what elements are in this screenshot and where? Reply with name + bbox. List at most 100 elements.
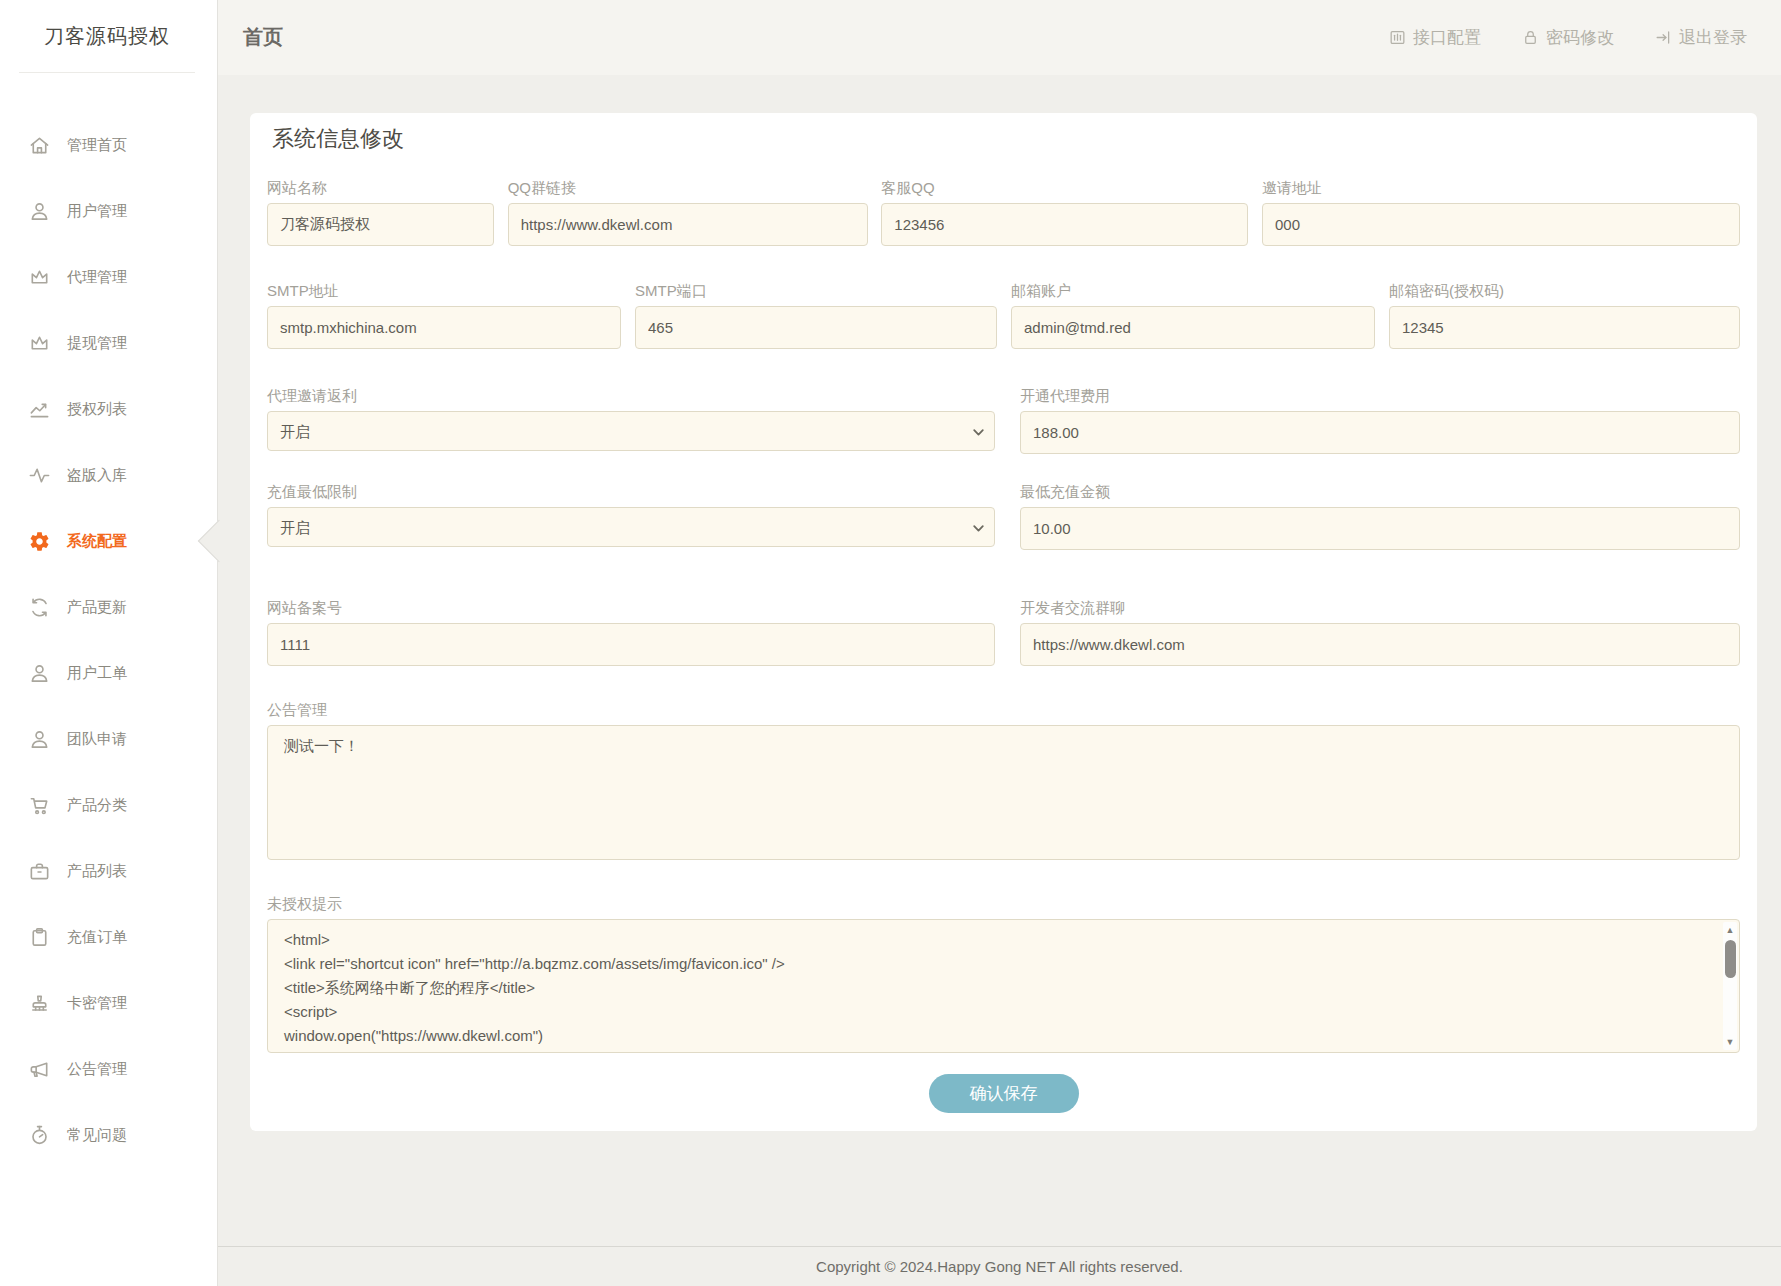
stamp-icon [28, 992, 51, 1015]
agent-open-fee-input[interactable] [1020, 411, 1740, 454]
sidebar-item-admin-home[interactable]: 管理首页 [0, 112, 217, 178]
logout-link[interactable]: 退出登录 [1654, 26, 1747, 49]
sidebar-item-user-ticket[interactable]: 用户工单 [0, 640, 217, 706]
sidebar-item-label: 常见问题 [67, 1126, 127, 1145]
form-title: 系统信息修改 [272, 127, 1740, 150]
user-icon [28, 662, 51, 685]
smtp-port-label: SMTP端口 [635, 283, 997, 298]
sidebar-item-product-category[interactable]: 产品分类 [0, 772, 217, 838]
user-icon [28, 200, 51, 223]
briefcase-icon [28, 860, 51, 883]
announcement-textarea[interactable]: 测试一下！ [267, 725, 1740, 860]
min-recharge-amount-input[interactable] [1020, 507, 1740, 550]
activity-icon [28, 464, 51, 487]
sidebar-item-label: 用户工单 [67, 664, 127, 683]
textarea-scrollbar[interactable]: ▲ ▼ [1723, 922, 1737, 1050]
app-logo: 刀客源码授权 [19, 0, 195, 72]
sidebar-item-authorization-list[interactable]: 授权列表 [0, 376, 217, 442]
system-info-card: 系统信息修改 网站名称 QQ群链接 客服QQ 邀请地址 SMTP地址 SMTP端… [250, 113, 1757, 1131]
logout-icon [1654, 28, 1673, 47]
sidebar-item-label: 授权列表 [67, 400, 127, 419]
developer-chat-group-input[interactable] [1020, 623, 1740, 666]
header-link-label: 密码修改 [1546, 26, 1614, 49]
sidebar-item-label: 产品列表 [67, 862, 127, 881]
sidebar-item-label: 团队申请 [67, 730, 127, 749]
invite-address-label: 邀请地址 [1262, 180, 1740, 195]
sidebar-item-product-list[interactable]: 产品列表 [0, 838, 217, 904]
sidebar-item-label: 用户管理 [67, 202, 127, 221]
agent-invite-rebate-select[interactable]: 开启 [267, 411, 995, 451]
site-icp-number-label: 网站备案号 [267, 600, 995, 615]
sidebar: 刀客源码授权 管理首页 用户管理 代理管理 提现管理 授权列表 盗版入库 系统配… [0, 0, 218, 1286]
agent-invite-rebate-label: 代理邀请返利 [267, 388, 995, 403]
qq-group-link-label: QQ群链接 [508, 180, 868, 195]
refresh-icon [28, 596, 51, 619]
header-link-label: 退出登录 [1679, 26, 1747, 49]
lock-icon [1521, 28, 1540, 47]
sidebar-item-label: 系统配置 [67, 532, 127, 551]
content-area: 系统信息修改 网站名称 QQ群链接 客服QQ 邀请地址 SMTP地址 SMTP端… [218, 75, 1781, 1246]
copyright-text: Copyright © 2024.Happy Gong NET All righ… [816, 1258, 1183, 1275]
sidebar-item-withdraw-management[interactable]: 提现管理 [0, 310, 217, 376]
clipboard-icon [28, 926, 51, 949]
sidebar-item-label: 提现管理 [67, 334, 127, 353]
sidebar-item-label: 管理首页 [67, 136, 127, 155]
sidebar-item-agent-management[interactable]: 代理管理 [0, 244, 217, 310]
megaphone-icon [28, 1058, 51, 1081]
email-account-input[interactable] [1011, 306, 1375, 349]
service-qq-input[interactable] [881, 203, 1248, 246]
site-icp-number-input[interactable] [267, 623, 995, 666]
page-title: 首页 [243, 24, 283, 51]
header-link-label: 接口配置 [1413, 26, 1481, 49]
recharge-min-limit-select[interactable]: 开启 [267, 507, 995, 547]
save-button[interactable]: 确认保存 [929, 1074, 1079, 1113]
page-footer: Copyright © 2024.Happy Gong NET All righ… [218, 1246, 1781, 1286]
sidebar-item-user-management[interactable]: 用户管理 [0, 178, 217, 244]
sidebar-item-piracy-storage[interactable]: 盗版入库 [0, 442, 217, 508]
smtp-port-input[interactable] [635, 306, 997, 349]
sidebar-item-card-key-management[interactable]: 卡密管理 [0, 970, 217, 1036]
cart-icon [28, 794, 51, 817]
change-password-link[interactable]: 密码修改 [1521, 26, 1614, 49]
announcement-label: 公告管理 [267, 702, 1740, 717]
scroll-down-icon[interactable]: ▼ [1723, 1035, 1737, 1049]
qq-group-link-input[interactable] [508, 203, 868, 246]
email-password-label: 邮箱密码(授权码) [1389, 283, 1740, 298]
sidebar-item-system-config[interactable]: 系统配置 [0, 508, 217, 574]
sidebar-item-team-application[interactable]: 团队申请 [0, 706, 217, 772]
sidebar-item-faq[interactable]: 常见问题 [0, 1102, 217, 1168]
crown-icon [28, 332, 51, 355]
sidebar-item-label: 代理管理 [67, 268, 127, 287]
interface-config-icon [1388, 28, 1407, 47]
site-name-input[interactable] [267, 203, 494, 246]
stopwatch-icon [28, 1124, 51, 1147]
unauthorized-notice-textarea[interactable]: <html> <link rel="shortcut icon" href="h… [267, 919, 1740, 1053]
scroll-up-icon[interactable]: ▲ [1723, 923, 1737, 937]
page: 刀客源码授权 管理首页 用户管理 代理管理 提现管理 授权列表 盗版入库 系统配… [0, 0, 1781, 1286]
interface-config-link[interactable]: 接口配置 [1388, 26, 1481, 49]
sidebar-item-recharge-orders[interactable]: 充值订单 [0, 904, 217, 970]
gear-icon [28, 530, 51, 553]
sidebar-item-product-update[interactable]: 产品更新 [0, 574, 217, 640]
service-qq-label: 客服QQ [881, 180, 1248, 195]
home-icon [28, 134, 51, 157]
invite-address-input[interactable] [1262, 203, 1740, 246]
scrollbar-thumb[interactable] [1725, 940, 1736, 978]
email-account-label: 邮箱账户 [1011, 283, 1375, 298]
user-icon [28, 728, 51, 751]
sidebar-item-label: 充值订单 [67, 928, 127, 947]
sidebar-item-label: 产品更新 [67, 598, 127, 617]
email-password-input[interactable] [1389, 306, 1740, 349]
smtp-address-input[interactable] [267, 306, 621, 349]
developer-chat-group-label: 开发者交流群聊 [1020, 600, 1740, 615]
trending-up-icon [28, 398, 51, 421]
top-header: 首页 接口配置 密码修改 退出登录 [218, 0, 1781, 75]
sidebar-item-label: 盗版入库 [67, 466, 127, 485]
smtp-address-label: SMTP地址 [267, 283, 621, 298]
crown-icon [28, 266, 51, 289]
sidebar-item-announcement-management[interactable]: 公告管理 [0, 1036, 217, 1102]
recharge-min-limit-label: 充值最低限制 [267, 484, 995, 499]
site-name-label: 网站名称 [267, 180, 494, 195]
sidebar-item-label: 卡密管理 [67, 994, 127, 1013]
sidebar-nav: 管理首页 用户管理 代理管理 提现管理 授权列表 盗版入库 系统配置 产品更新 … [0, 73, 217, 1168]
